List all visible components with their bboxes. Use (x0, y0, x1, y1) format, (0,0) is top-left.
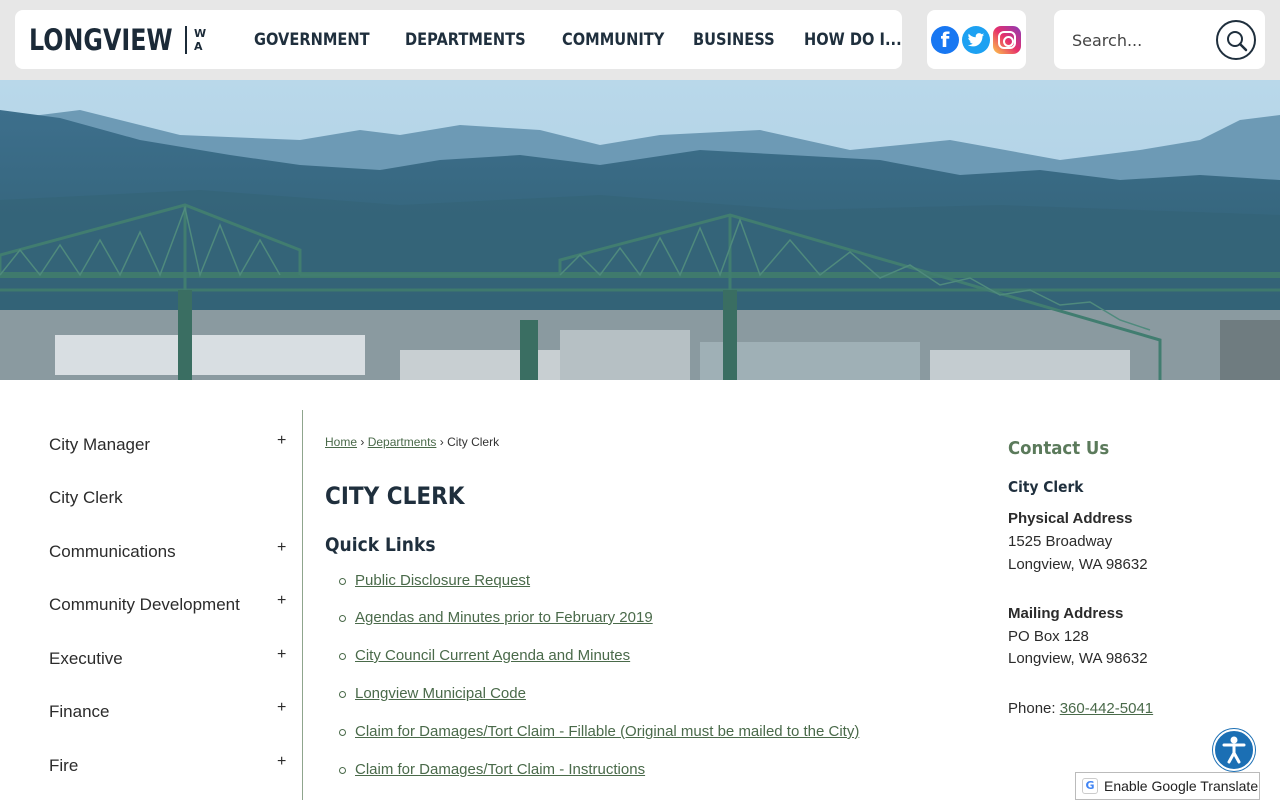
sidebar-item-community-development[interactable]: Community Development + (49, 586, 294, 626)
sidebar-item-label: Finance (49, 702, 110, 721)
sidebar-item-finance[interactable]: Finance + (49, 693, 294, 733)
quick-links-heading: Quick Links (325, 534, 436, 556)
breadcrumb-home[interactable]: Home (325, 435, 357, 449)
search-container (1054, 10, 1265, 69)
facebook-icon[interactable]: f (931, 26, 959, 54)
mailing-address-line2: Longview, WA 98632 (1008, 650, 1148, 667)
department-sidebar: City Manager + City Clerk Communications… (0, 410, 303, 800)
expand-icon[interactable]: + (277, 539, 286, 557)
nav-how-do-i[interactable]: HOW DO I... (804, 30, 902, 50)
phone-label: Phone: (1008, 700, 1056, 717)
brand-nav-bar: LONGVIEW W A GOVERNMENT DEPARTMENTS COMM… (15, 10, 902, 69)
quick-link-claim-instructions[interactable]: Claim for Damages/Tort Claim - Instructi… (355, 761, 645, 778)
logo-text: LONGVIEW (29, 23, 173, 57)
google-translate-button[interactable]: G Enable Google Translate (1075, 772, 1260, 800)
bullet-icon (339, 729, 346, 736)
logo-state-bottom: A (194, 40, 203, 53)
bullet-icon (339, 615, 346, 622)
sidebar-item-fire[interactable]: Fire + (49, 747, 294, 787)
twitter-icon[interactable] (962, 26, 990, 54)
search-input[interactable] (1072, 27, 1202, 53)
mailing-address-line1: PO Box 128 (1008, 628, 1089, 645)
bullet-icon (339, 578, 346, 585)
sidebar-item-label: Community Development (49, 595, 240, 614)
bullet-icon (339, 767, 346, 774)
expand-icon[interactable]: + (277, 646, 286, 664)
breadcrumb: Home › Departments › City Clerk (325, 435, 499, 449)
sidebar-item-communications[interactable]: Communications + (49, 533, 294, 573)
breadcrumb-current: City Clerk (447, 435, 500, 449)
search-icon (1227, 31, 1248, 52)
site-logo[interactable]: LONGVIEW W A (29, 22, 206, 58)
bullet-icon (339, 653, 346, 660)
bridge-landscape-image (0, 80, 1280, 380)
contact-department: City Clerk (1008, 478, 1084, 496)
nav-business[interactable]: BUSINESS (693, 30, 775, 50)
accessibility-button[interactable] (1213, 729, 1255, 771)
nav-departments[interactable]: DEPARTMENTS (405, 30, 526, 50)
sidebar-item-label: Communications (49, 542, 176, 561)
quick-link-public-disclosure[interactable]: Public Disclosure Request (355, 572, 530, 589)
physical-address-line2: Longview, WA 98632 (1008, 556, 1148, 573)
contact-title: Contact Us (1008, 438, 1110, 459)
logo-state-top: W (194, 27, 207, 40)
sidebar-item-label: Fire (49, 756, 79, 775)
sidebar-item-label: City Clerk (49, 488, 123, 507)
page-title: CITY CLERK (325, 482, 465, 510)
quick-link-claim-fillable[interactable]: Claim for Damages/Tort Claim - Fillable … (355, 723, 859, 740)
sidebar-item-label: City Manager (49, 435, 151, 454)
breadcrumb-separator: › (439, 435, 444, 449)
nav-community[interactable]: COMMUNITY (562, 30, 664, 50)
mailing-address-label: Mailing Address (1008, 605, 1124, 622)
google-translate-icon: G (1082, 778, 1098, 794)
expand-icon[interactable]: + (277, 592, 286, 610)
translate-label: Enable Google Translate (1104, 778, 1259, 794)
contact-phone: Phone: 360-442-5041 (1008, 700, 1153, 717)
site-header: LONGVIEW W A GOVERNMENT DEPARTMENTS COMM… (0, 0, 1280, 80)
expand-icon[interactable]: + (277, 753, 286, 771)
physical-address-line1: 1525 Broadway (1008, 533, 1113, 550)
hero-banner (0, 80, 1280, 380)
quick-link-council-agenda[interactable]: City Council Current Agenda and Minutes (355, 647, 630, 664)
expand-icon[interactable]: + (277, 432, 286, 450)
logo-divider (185, 26, 187, 54)
social-links: f (927, 10, 1026, 69)
sidebar-item-city-manager[interactable]: City Manager + (49, 426, 294, 466)
physical-address-label: Physical Address (1008, 510, 1133, 527)
accessibility-icon (1222, 736, 1246, 764)
instagram-icon[interactable] (993, 26, 1021, 54)
breadcrumb-departments[interactable]: Departments (368, 435, 437, 449)
sidebar-item-label: Executive (49, 649, 123, 668)
phone-link[interactable]: 360-442-5041 (1060, 700, 1153, 717)
search-button[interactable] (1216, 20, 1256, 60)
breadcrumb-separator: › (360, 435, 365, 449)
quick-link-agendas-minutes-archive[interactable]: Agendas and Minutes prior to February 20… (355, 609, 653, 626)
quick-link-municipal-code[interactable]: Longview Municipal Code (355, 685, 526, 702)
sidebar-item-city-clerk[interactable]: City Clerk (49, 479, 294, 519)
nav-government[interactable]: GOVERNMENT (254, 30, 370, 50)
bullet-icon (339, 691, 346, 698)
expand-icon[interactable]: + (277, 699, 286, 717)
sidebar-item-executive[interactable]: Executive + (49, 640, 294, 680)
logo-state: W A (194, 27, 206, 53)
